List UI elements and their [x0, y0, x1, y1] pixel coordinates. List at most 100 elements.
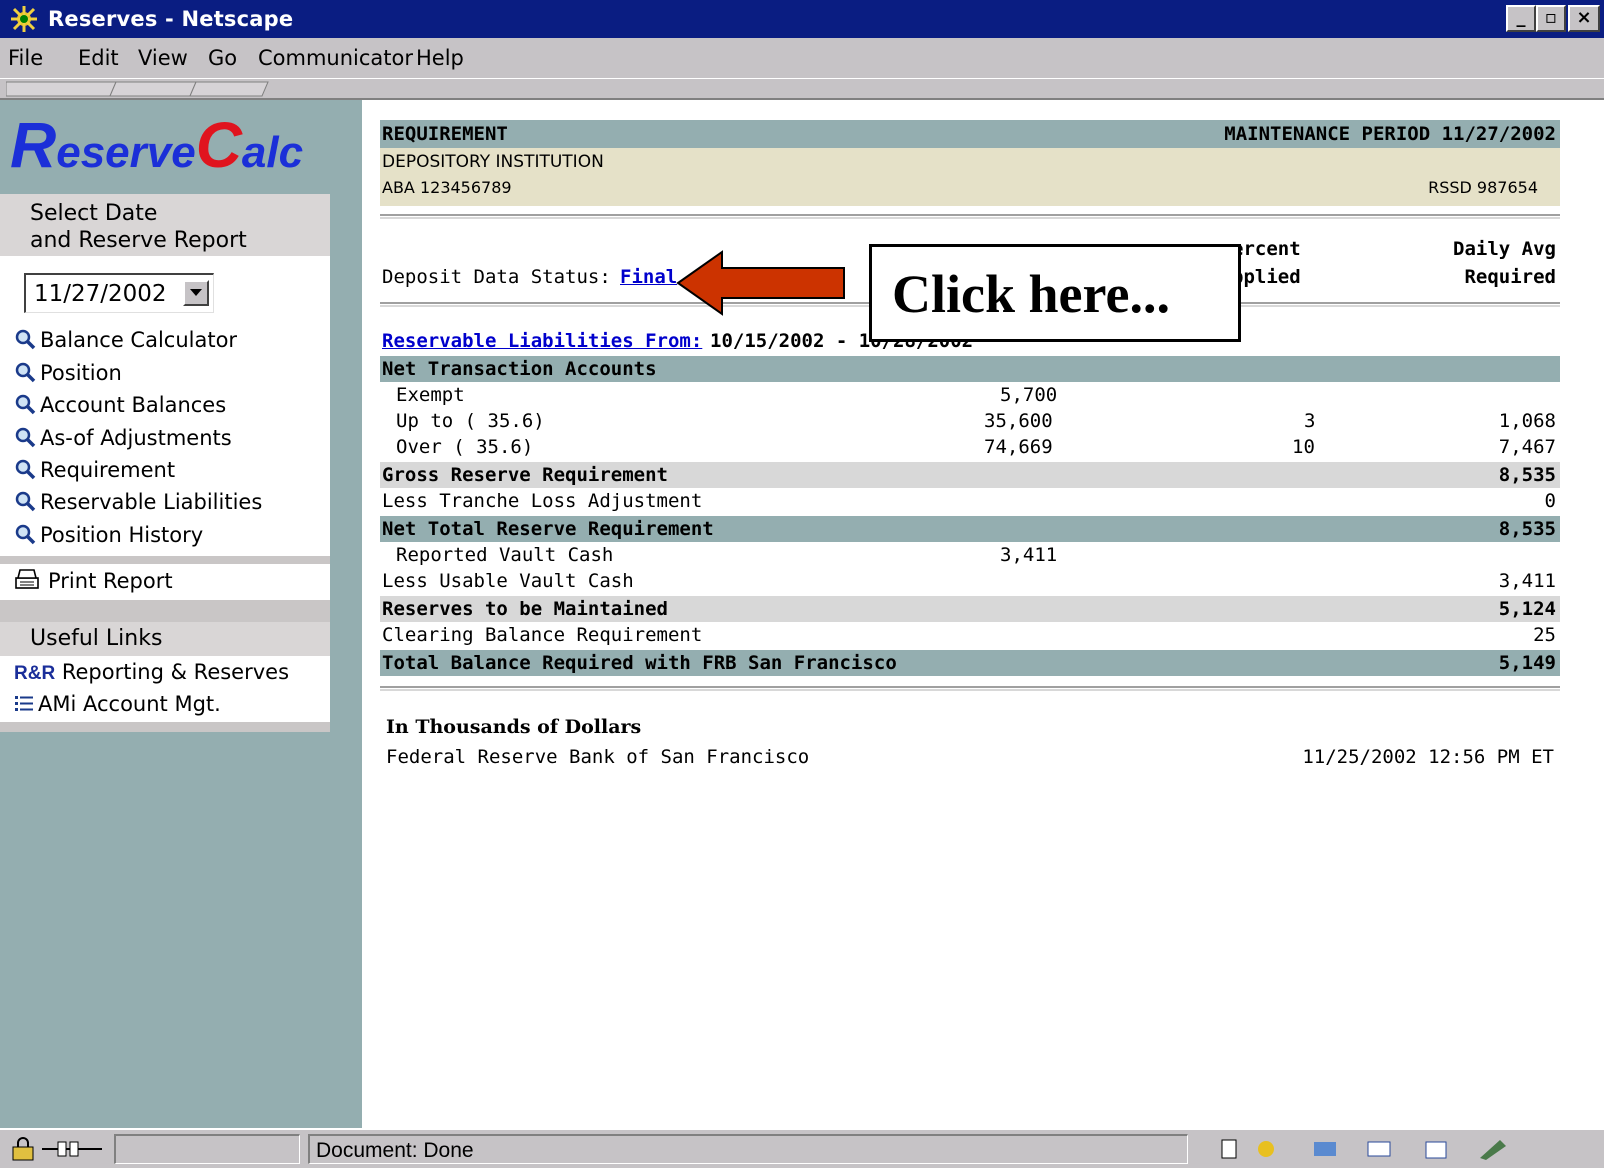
date-select-value: 11/27/2002 [34, 281, 167, 307]
row-over-label: Over ( 35.6) [396, 436, 534, 458]
bank-name: Federal Reserve Bank of San Francisco [386, 746, 810, 768]
netscape-icon [11, 6, 37, 32]
rule [380, 214, 1560, 219]
maximize-button[interactable]: ▫ [1536, 5, 1566, 32]
nav-position-history[interactable]: Position History [14, 523, 203, 547]
nav-as-of-adjustments[interactable]: As-of Adjustments [14, 426, 232, 450]
reservecalc-logo: ReserveCalc [10, 109, 304, 181]
to-maintain-band: Reserves to be Maintained 5,124 [380, 596, 1560, 622]
deposit-status-label: Deposit Data Status: [382, 266, 611, 288]
menu-file[interactable]: File [8, 46, 43, 70]
nav-position[interactable]: Position [14, 361, 122, 385]
rssd-number: RSSD 987654 [1428, 178, 1538, 197]
magnifier-icon [15, 427, 36, 448]
net-total-band: Net Total Reserve Requirement 8,535 [380, 516, 1560, 542]
reservable-liabilities-link[interactable]: Reservable Liabilities From: [382, 330, 702, 352]
col-daily-line1: Daily Avg [1453, 238, 1556, 260]
row-gross-required: 8,535 [1498, 464, 1556, 486]
row-exempt-label: Exempt [396, 384, 465, 406]
select-date-panel: Select Date and Reserve Report [0, 194, 330, 256]
close-button[interactable]: × [1568, 5, 1600, 32]
magnifier-icon [15, 329, 36, 350]
nav-account-balances[interactable]: Account Balances [14, 393, 226, 417]
menu-help[interactable]: Help [416, 46, 464, 70]
component-bar [1221, 1139, 1506, 1160]
status-bar: Document: Done [0, 1128, 1604, 1168]
report-title: REQUIREMENT [382, 123, 508, 145]
row-upto-label: Up to ( 35.6) [396, 410, 545, 432]
total-band: Total Balance Required with FRB San Fran… [380, 650, 1560, 676]
printer-icon [15, 569, 39, 589]
date-select[interactable]: 11/27/2002 [24, 273, 214, 313]
magnifier-icon [15, 459, 36, 480]
report-timestamp: 11/25/2002 12:56 PM ET [1302, 746, 1554, 768]
row-tranche-required: 0 [1544, 490, 1556, 512]
divider [0, 556, 330, 564]
title-bar: Reserves - Netscape _ ▫ × [0, 0, 1604, 38]
menu-go[interactable]: Go [208, 46, 237, 70]
select-heading-line1: Select Date [30, 201, 158, 226]
collapsed-toolbars[interactable] [0, 78, 1604, 100]
toolbar-grip-icon[interactable] [6, 80, 276, 98]
units-note: In Thousands of Dollars [386, 716, 642, 738]
reporting-reserves-link[interactable]: R&R Reporting & Reserves [14, 660, 289, 685]
connection-icon [42, 1141, 102, 1157]
report-title-band: REQUIREMENT MAINTENANCE PERIOD 11/27/200… [380, 120, 1560, 148]
aba-number: ABA 123456789 [382, 178, 512, 197]
menu-communicator[interactable]: Communicator [258, 46, 413, 70]
row-clearing-required: 25 [1533, 624, 1556, 646]
status-text: Document: Done [308, 1134, 1188, 1164]
row-total-label: Total Balance Required with FRB San Fran… [382, 652, 897, 674]
row-vault-reported-amount: 3,411 [1000, 544, 1058, 566]
row-over-percent: 10 [1292, 436, 1315, 458]
dropdown-arrow-icon[interactable] [183, 280, 209, 306]
nav-requirement[interactable]: Requirement [14, 458, 175, 482]
magnifier-icon [15, 524, 36, 545]
magnifier-icon [15, 491, 36, 512]
net-transaction-band: Net Transaction Accounts [380, 356, 1560, 382]
row-usable-vault-label: Less Usable Vault Cash [382, 570, 634, 592]
progress-well [114, 1134, 300, 1164]
window-title: Reserves - Netscape [48, 7, 294, 31]
institution-band: DEPOSITORY INSTITUTION ABA 123456789 RSS… [380, 148, 1560, 206]
minimize-button[interactable]: _ [1506, 5, 1536, 32]
row-upto-required: 1,068 [1498, 410, 1556, 432]
row-net-total-label: Net Total Reserve Requirement [382, 518, 714, 540]
rule [380, 686, 1560, 691]
row-to-maintain-label: Reserves to be Maintained [382, 598, 668, 620]
row-usable-vault-required: 3,411 [1498, 570, 1556, 592]
row-vault-reported-label: Reported Vault Cash [396, 544, 614, 566]
print-report-link[interactable]: Print Report [14, 568, 173, 593]
gross-band: Gross Reserve Requirement 8,535 [380, 462, 1560, 488]
useful-links-header: Useful Links [0, 622, 330, 656]
row-clearing-label: Clearing Balance Requirement [382, 624, 703, 646]
row-total-required: 5,149 [1498, 652, 1556, 674]
lock-icon[interactable] [10, 1136, 36, 1162]
divider [0, 600, 330, 622]
sidebar: ReserveCalc Select Date and Reserve Repo… [0, 100, 362, 1128]
maintenance-period: MAINTENANCE PERIOD 11/27/2002 [1224, 123, 1556, 145]
row-gross-label: Gross Reserve Requirement [382, 464, 668, 486]
nav-reservable-liabilities[interactable]: Reservable Liabilities [14, 490, 262, 514]
component-bar-icons [1221, 1139, 1506, 1160]
useful-links-heading: Useful Links [30, 626, 163, 651]
row-over-amount: 74,669 [984, 436, 1053, 458]
list-icon [15, 696, 33, 711]
divider [0, 722, 330, 732]
row-upto-amount: 35,600 [984, 410, 1053, 432]
final-status-link[interactable]: Final [620, 266, 677, 288]
menu-view[interactable]: View [138, 46, 188, 70]
col-percent-line2: pplied [1232, 266, 1301, 288]
click-here-callout: Click here... [869, 244, 1241, 342]
magnifier-icon [15, 394, 36, 415]
col-daily-line2: Required [1464, 266, 1556, 288]
nav-balance-calculator[interactable]: Balance Calculator [14, 328, 237, 352]
row-exempt-amount: 5,700 [1000, 384, 1058, 406]
row-net-total-required: 8,535 [1498, 518, 1556, 540]
browser-window: Reserves - Netscape _ ▫ × File Edit View… [0, 0, 1604, 1168]
net-transaction-heading: Net Transaction Accounts [382, 358, 657, 380]
ami-account-link[interactable]: AMi Account Mgt. [14, 692, 221, 716]
col-percent-line1: ercent [1232, 238, 1301, 260]
menu-edit[interactable]: Edit [78, 46, 119, 70]
red-arrow-icon [676, 250, 845, 316]
